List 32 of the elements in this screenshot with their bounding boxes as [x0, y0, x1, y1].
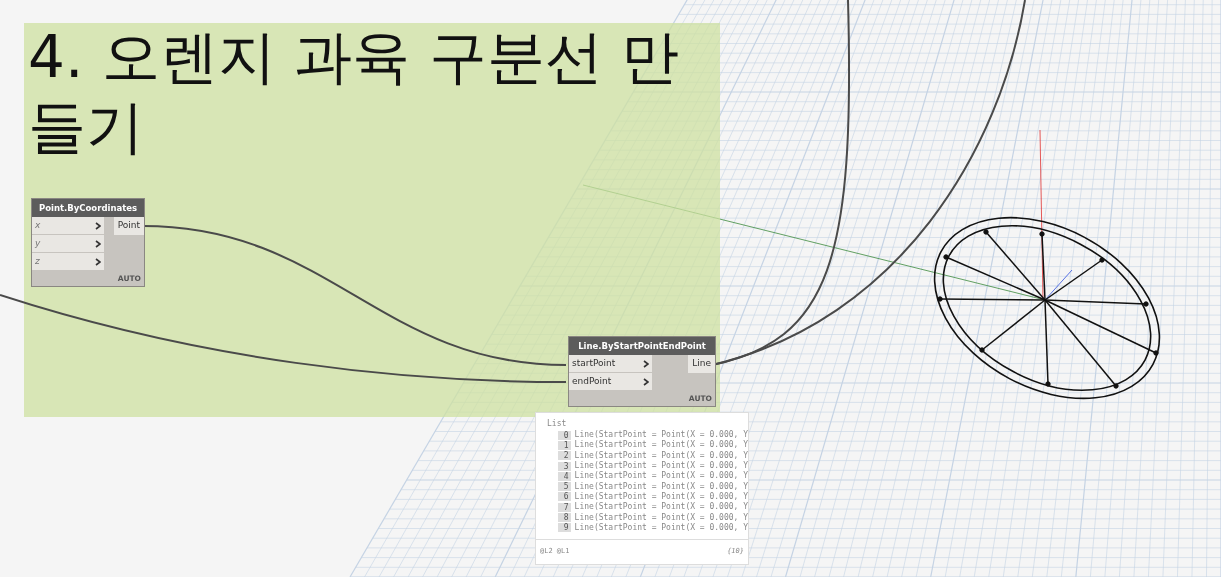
- list-item-text: Line(StartPoint = Point(X = 0.000, Y: [574, 480, 748, 492]
- list-index: 6: [558, 492, 571, 502]
- list-index: 9: [558, 523, 571, 533]
- input-port[interactable]: z: [32, 253, 104, 271]
- list-item-text: Line(StartPoint = Point(X = 0.000, Y: [574, 511, 748, 523]
- list-index: 1: [558, 440, 571, 450]
- list-item-text: Line(StartPoint = Point(X = 0.000, Y: [574, 449, 748, 461]
- list-item-text: Line(StartPoint = Point(X = 0.000, Y: [574, 521, 748, 534]
- list-index: 3: [558, 461, 571, 471]
- list-item-text: Line(StartPoint = Point(X = 0.000, Y: [574, 429, 748, 440]
- node-title: Line.ByStartPointEndPoint: [569, 337, 715, 355]
- list-index: 4: [558, 471, 571, 481]
- group-title: 4. 오렌지 과육 구분선 만들기: [27, 23, 681, 163]
- list-index: 8: [558, 513, 571, 522]
- input-port[interactable]: startPoint: [569, 355, 652, 373]
- list-index: 0: [558, 430, 571, 440]
- list-item-text: Line(StartPoint = Point(X = 0.000, Y: [574, 501, 748, 513]
- input-port[interactable]: y: [32, 235, 104, 253]
- node-title: Point.ByCoordinates: [32, 199, 144, 217]
- output-port[interactable]: Line: [688, 355, 715, 373]
- list-header: List: [546, 418, 568, 430]
- input-port[interactable]: endPoint: [569, 373, 652, 391]
- list-item-text: Line(StartPoint = Point(X = 0.000, Y: [574, 470, 748, 482]
- list-item-text: Line(StartPoint = Point(X = 0.000, Y: [574, 460, 748, 471]
- input-port[interactable]: x: [32, 217, 104, 235]
- list-index: 2: [558, 451, 571, 461]
- list-item-text: Line(StartPoint = Point(X = 0.000, Y: [574, 439, 748, 451]
- list-index: 5: [558, 482, 571, 492]
- z-axis-line: [1044, 269, 1073, 301]
- list-index: 7: [558, 502, 571, 512]
- output-port[interactable]: Point: [113, 217, 144, 235]
- list-item-text: Line(StartPoint = Point(X = 0.000, Y: [574, 490, 748, 502]
